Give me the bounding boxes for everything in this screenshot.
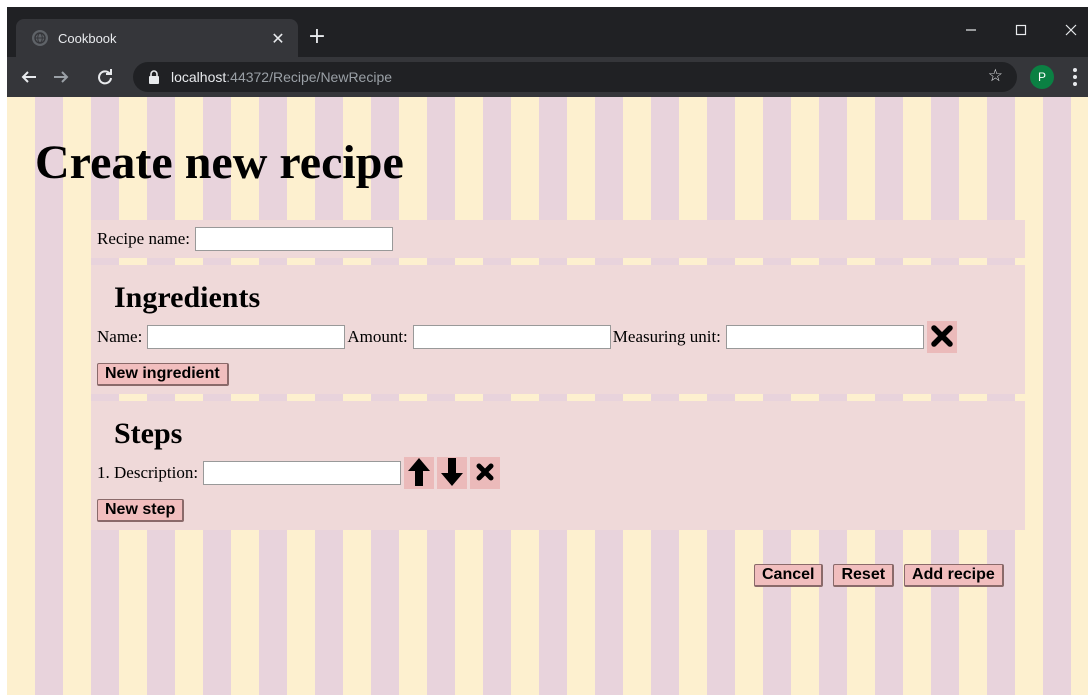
- ingredient-unit-input[interactable]: [725, 325, 924, 349]
- ingredient-row: Name: Amount: Measuring unit:: [97, 321, 1019, 353]
- menu-dots-icon[interactable]: [1069, 65, 1081, 89]
- ingredient-amount-label: Amount:: [347, 327, 408, 346]
- globe-icon: [32, 30, 48, 46]
- steps-section: Steps 1. Description: New step: [91, 401, 1025, 530]
- close-window-icon[interactable]: [1057, 19, 1085, 41]
- new-step-button[interactable]: New step: [97, 499, 185, 522]
- remove-ingredient-icon: [931, 324, 953, 350]
- ingredient-amount-input[interactable]: [412, 325, 611, 349]
- move-step-down-button[interactable]: [437, 457, 468, 490]
- url-host: localhost: [171, 69, 227, 85]
- page-title: Create new recipe: [35, 136, 404, 189]
- step-row: 1. Description:: [97, 457, 1019, 489]
- back-arrow-icon[interactable]: [17, 65, 41, 89]
- ingredient-unit-label: Measuring unit:: [612, 327, 721, 346]
- recipe-name-section: Recipe name:: [91, 220, 1025, 258]
- maximize-icon[interactable]: [1007, 19, 1035, 41]
- form-actions: Cancel Reset Add recipe: [754, 564, 1004, 587]
- ingredients-heading: Ingredients: [114, 281, 261, 314]
- new-tab-icon[interactable]: +: [306, 26, 328, 48]
- browser-window: Cookbook ✕ + localhost:44372/Recipe/NewR…: [7, 7, 1088, 97]
- step-description-label: 1. Description:: [97, 463, 199, 482]
- close-tab-icon[interactable]: ✕: [268, 29, 288, 48]
- profile-avatar[interactable]: P: [1030, 65, 1054, 89]
- url-text: localhost:44372/Recipe/NewRecipe: [171, 69, 392, 85]
- forward-arrow-icon[interactable]: [49, 65, 73, 89]
- reset-button[interactable]: Reset: [833, 564, 895, 587]
- step-description-input[interactable]: [203, 461, 402, 485]
- recipe-form: Recipe name: Ingredients Name: Amount: M…: [91, 220, 1025, 530]
- recipe-name-label: Recipe name:: [97, 229, 190, 248]
- page-content: Create new recipe Recipe name: Ingredien…: [7, 97, 1088, 695]
- minimize-icon[interactable]: [957, 19, 985, 41]
- browser-toolbar: localhost:44372/Recipe/NewRecipe ☆ P: [7, 57, 1088, 97]
- reload-icon[interactable]: [93, 65, 117, 89]
- ingredients-section: Ingredients Name: Amount: Measuring unit…: [91, 265, 1025, 394]
- bookmark-star-icon[interactable]: ☆: [988, 66, 1003, 86]
- tab-title: Cookbook: [58, 30, 117, 46]
- recipe-name-input[interactable]: [195, 227, 393, 251]
- move-step-up-button[interactable]: [404, 457, 435, 490]
- add-recipe-button[interactable]: Add recipe: [904, 564, 1004, 587]
- url-path: :44372/Recipe/NewRecipe: [226, 69, 393, 85]
- ingredient-name-label: Name:: [97, 327, 143, 346]
- address-bar[interactable]: localhost:44372/Recipe/NewRecipe ☆: [133, 62, 1017, 92]
- ingredient-name-input[interactable]: [147, 325, 346, 349]
- tab-cookbook[interactable]: Cookbook ✕: [16, 19, 298, 57]
- remove-ingredient-button[interactable]: [926, 321, 957, 353]
- steps-heading: Steps: [114, 417, 183, 450]
- new-ingredient-button[interactable]: New ingredient: [97, 363, 229, 386]
- cancel-button[interactable]: Cancel: [754, 564, 824, 587]
- remove-step-button[interactable]: [470, 457, 501, 489]
- lock-icon: [147, 70, 161, 84]
- move-up-icon: [407, 457, 431, 490]
- move-down-icon: [440, 457, 464, 490]
- remove-step-icon: [476, 463, 494, 484]
